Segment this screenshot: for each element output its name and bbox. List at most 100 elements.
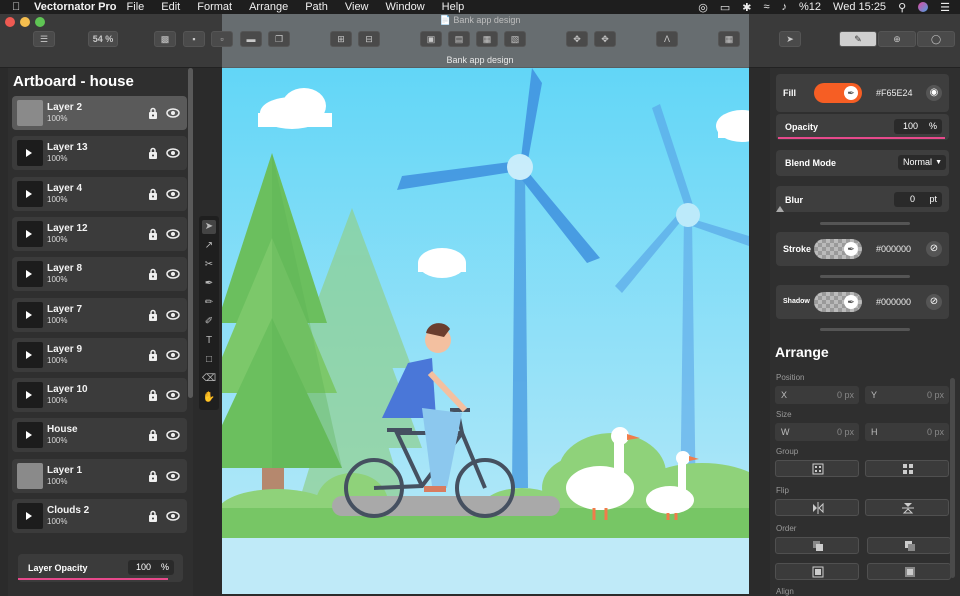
shadow-hex[interactable]: #000000	[876, 297, 911, 307]
blend-mode-select[interactable]: Normal ▼	[898, 155, 946, 170]
lock-icon[interactable]	[147, 389, 159, 402]
app-name-menu[interactable]: Vectornator Pro	[34, 1, 117, 13]
eyedropper-icon[interactable]: ✒	[844, 242, 858, 256]
layer-row[interactable]: Layer 4 100%	[12, 176, 187, 211]
layer-row[interactable]: Clouds 2 100%	[12, 499, 187, 533]
blur-input[interactable]: 0 pt	[894, 192, 942, 207]
send-to-back-button[interactable]	[867, 563, 951, 580]
stroke-row[interactable]: Stroke ✒ #000000 ⊘	[776, 232, 949, 266]
pen-tool-icon[interactable]: ✒	[202, 277, 216, 291]
artboard-canvas[interactable]	[222, 68, 749, 594]
lock-icon[interactable]	[147, 228, 159, 240]
shape-tool-icon[interactable]: □	[202, 353, 216, 367]
eye-icon[interactable]	[166, 147, 180, 159]
bring-to-front-button[interactable]	[775, 537, 859, 554]
eye-icon[interactable]	[166, 228, 180, 240]
eye-icon[interactable]	[166, 389, 180, 401]
fill-swatch[interactable]: ✒	[814, 83, 862, 103]
menu-file[interactable]: File	[127, 1, 145, 13]
lock-icon[interactable]	[147, 309, 159, 321]
lock-icon[interactable]	[147, 268, 159, 281]
shadow-swatch[interactable]: ✒	[814, 292, 862, 312]
image-button[interactable]: ▦	[718, 31, 740, 47]
blur-row[interactable]: Blur 0 pt	[776, 186, 949, 212]
layer-opacity-slider[interactable]	[18, 578, 168, 580]
layer-opacity-input[interactable]: 100 %	[128, 560, 174, 575]
lock-icon[interactable]	[147, 188, 159, 200]
search-icon[interactable]: ⚲	[898, 1, 906, 14]
shadow-row[interactable]: Shadow ✒ #000000 ⊘	[776, 285, 949, 319]
airplay-icon[interactable]: ▭	[720, 1, 730, 14]
eyedropper-icon[interactable]: ✒	[844, 295, 858, 309]
menu-format[interactable]: Format	[197, 1, 232, 13]
layers-scrollbar[interactable]	[188, 68, 193, 398]
group-button[interactable]: ⊞	[330, 31, 352, 47]
control-center-icon[interactable]: ☰	[940, 1, 950, 14]
lock-icon[interactable]	[147, 510, 159, 522]
eye-icon[interactable]	[166, 107, 180, 119]
flip-horizontal-button[interactable]	[775, 499, 859, 516]
lock-icon[interactable]	[147, 470, 159, 482]
group-button[interactable]	[775, 460, 859, 477]
ungroup-button[interactable]: ⊟	[358, 31, 380, 47]
menu-path[interactable]: Path	[305, 1, 328, 13]
w-field[interactable]: W 0 px	[775, 423, 859, 441]
opacity-row[interactable]: Opacity 100 %	[776, 114, 949, 140]
layer-row[interactable]: Layer 8 100%	[12, 257, 187, 292]
text-tool-icon[interactable]: T	[202, 334, 216, 348]
menu-edit[interactable]: Edit	[161, 1, 180, 13]
layer-row[interactable]: House 100%	[12, 418, 187, 453]
h-field[interactable]: H 0 px	[865, 423, 949, 441]
inspector-scrollbar[interactable]	[950, 378, 955, 578]
lock-icon[interactable]	[147, 107, 159, 119]
eye-icon[interactable]	[166, 309, 180, 321]
style-tab[interactable]: ✎	[839, 31, 877, 47]
hand-tool-icon[interactable]: ✋	[202, 391, 216, 405]
subtract-button[interactable]: ▤	[448, 31, 470, 47]
fill-hex[interactable]: #F65E24	[876, 88, 913, 98]
layer-row[interactable]: Layer 2 100%	[12, 96, 187, 130]
eye-icon[interactable]	[166, 268, 180, 280]
bring-front-button[interactable]: ▩	[154, 31, 176, 47]
brush-tool-icon[interactable]: ✐	[202, 315, 216, 329]
layer-row[interactable]: Layer 13 100%	[12, 136, 187, 171]
settings-tab[interactable]: ◯	[917, 31, 955, 47]
arrange-tab[interactable]: ⊕	[878, 31, 916, 47]
creative-cloud-icon[interactable]: ◎	[698, 1, 708, 14]
stroke-hex[interactable]: #000000	[876, 244, 911, 254]
apple-icon[interactable]: 	[12, 1, 30, 13]
menu-window[interactable]: Window	[386, 1, 425, 13]
bluetooth-icon[interactable]: ✱	[742, 1, 751, 14]
send-back-button[interactable]: ▬	[240, 31, 262, 47]
eye-icon[interactable]	[166, 510, 180, 522]
layer-row[interactable]: Layer 12 100%	[12, 216, 187, 251]
pencil-tool-icon[interactable]: ✏	[202, 296, 216, 310]
union-button[interactable]: ▣	[420, 31, 442, 47]
eye-icon[interactable]	[166, 470, 180, 482]
artboard-title[interactable]: Artboard - house	[13, 73, 134, 90]
volume-icon[interactable]: ♪	[782, 1, 788, 13]
lock-icon[interactable]	[147, 429, 159, 442]
battery-percent[interactable]: %12	[799, 1, 821, 13]
direct-select-tool-icon[interactable]: ↗	[202, 239, 216, 253]
flip-horizontal-button[interactable]: ✥	[566, 31, 588, 47]
y-field[interactable]: Y 0 px	[865, 386, 949, 404]
eye-icon[interactable]	[166, 188, 180, 200]
select-tool-icon[interactable]: ➤	[202, 220, 216, 234]
zoom-level[interactable]: 54 %	[88, 31, 118, 47]
opacity-slider[interactable]	[778, 137, 945, 139]
send-backward-button[interactable]: ▫	[211, 31, 233, 47]
layer-row[interactable]: Layer 7 100%	[12, 297, 187, 332]
eyedropper-icon[interactable]: ✒	[844, 86, 858, 100]
stroke-hidden-icon[interactable]: ⊘	[926, 241, 942, 257]
intersect-button[interactable]: ▦	[476, 31, 498, 47]
scissors-tool-icon[interactable]: ✂	[202, 258, 216, 272]
bring-forward-button[interactable]	[867, 537, 951, 554]
eye-icon[interactable]	[166, 349, 180, 361]
menu-help[interactable]: Help	[442, 1, 465, 13]
layer-row[interactable]: Layer 10 100%	[12, 378, 187, 413]
lock-icon[interactable]	[147, 349, 159, 361]
blur-slider-handle[interactable]	[776, 206, 784, 212]
stroke-swatch[interactable]: ✒	[814, 239, 862, 259]
blend-mode-row[interactable]: Blend Mode Normal ▼	[776, 150, 949, 176]
